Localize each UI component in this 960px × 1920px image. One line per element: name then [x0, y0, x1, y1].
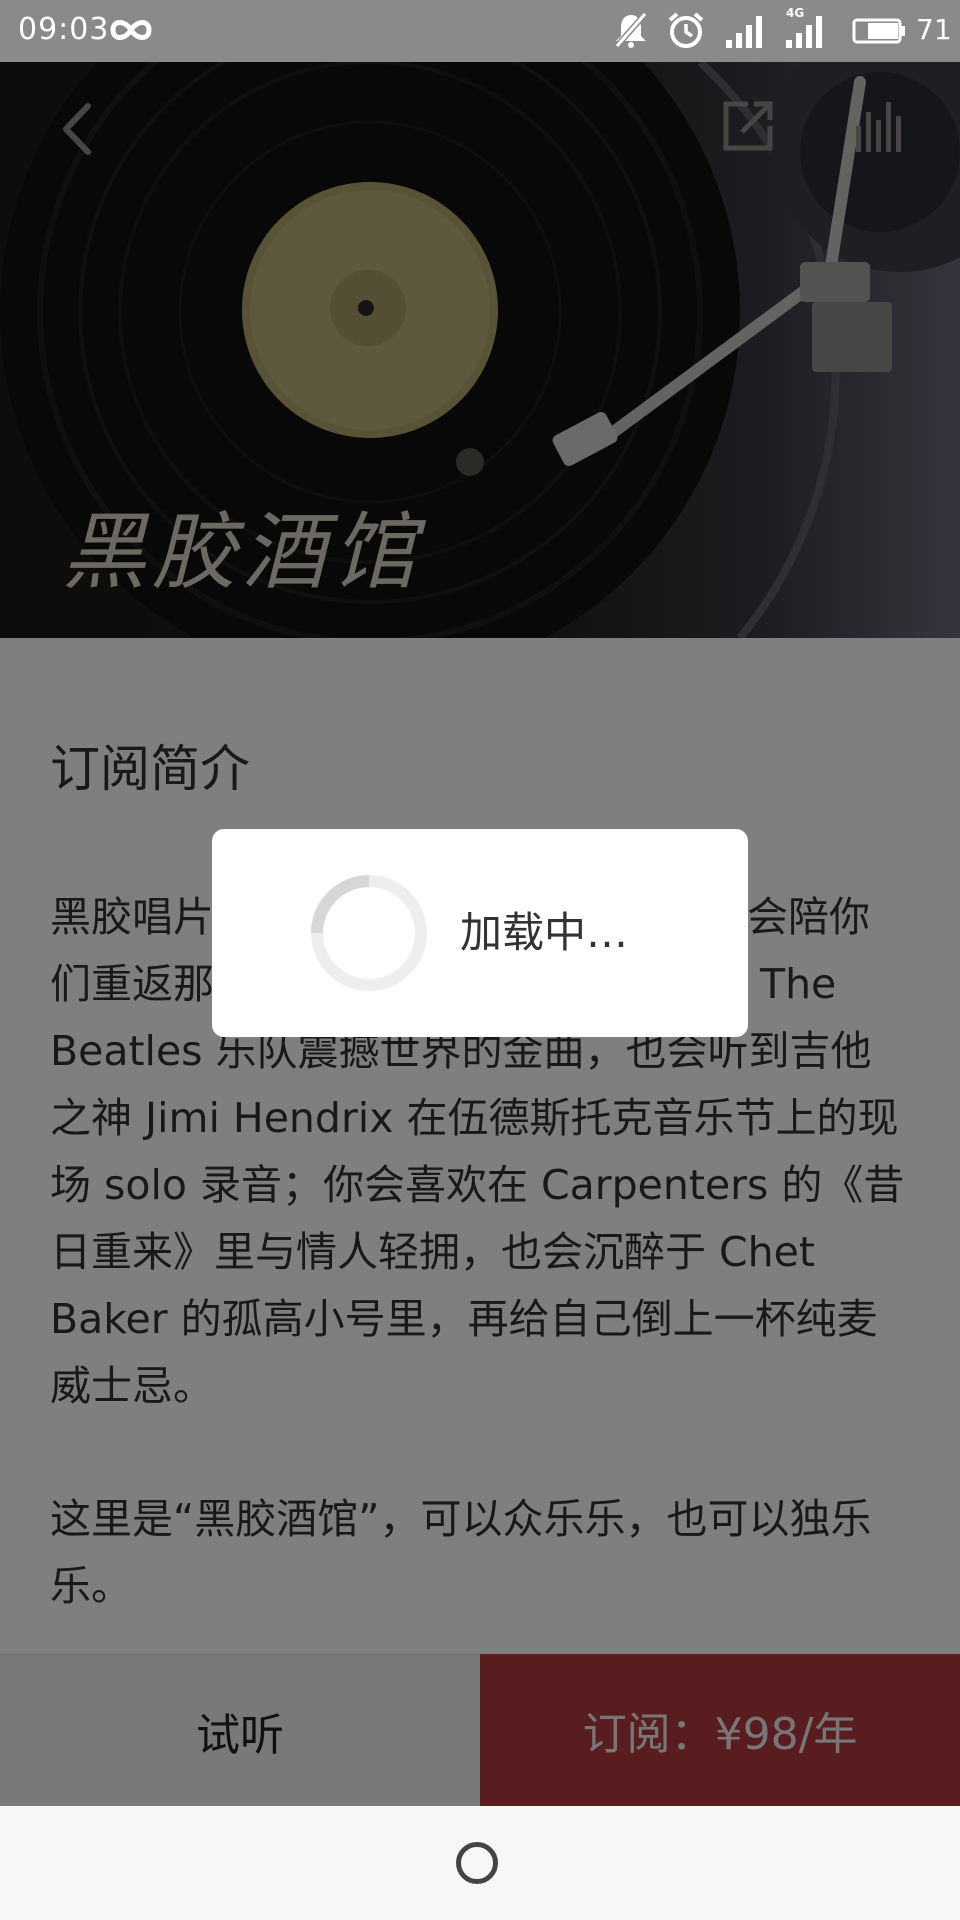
- loading-dialog: 加载中…: [212, 829, 748, 1037]
- loading-spinner-icon: [310, 874, 428, 992]
- signal-4g-icon: 4G: [784, 6, 830, 54]
- system-nav-bar: [0, 1806, 960, 1920]
- home-button[interactable]: [456, 1842, 498, 1884]
- loading-text: 加载中…: [460, 908, 629, 957]
- network-label: 4G: [786, 6, 805, 20]
- screen: 09:03 4G 71 加载中…: [0, 0, 960, 1920]
- status-time: 09:03: [18, 12, 110, 47]
- status-bar: 09:03 4G 71: [0, 0, 960, 62]
- alarm-icon: [666, 10, 706, 54]
- battery-icon: [852, 10, 908, 54]
- mute-icon: [612, 10, 650, 54]
- battery-level: 71: [916, 13, 952, 46]
- infinity-icon: [108, 10, 154, 54]
- signal-icon: [724, 10, 768, 54]
